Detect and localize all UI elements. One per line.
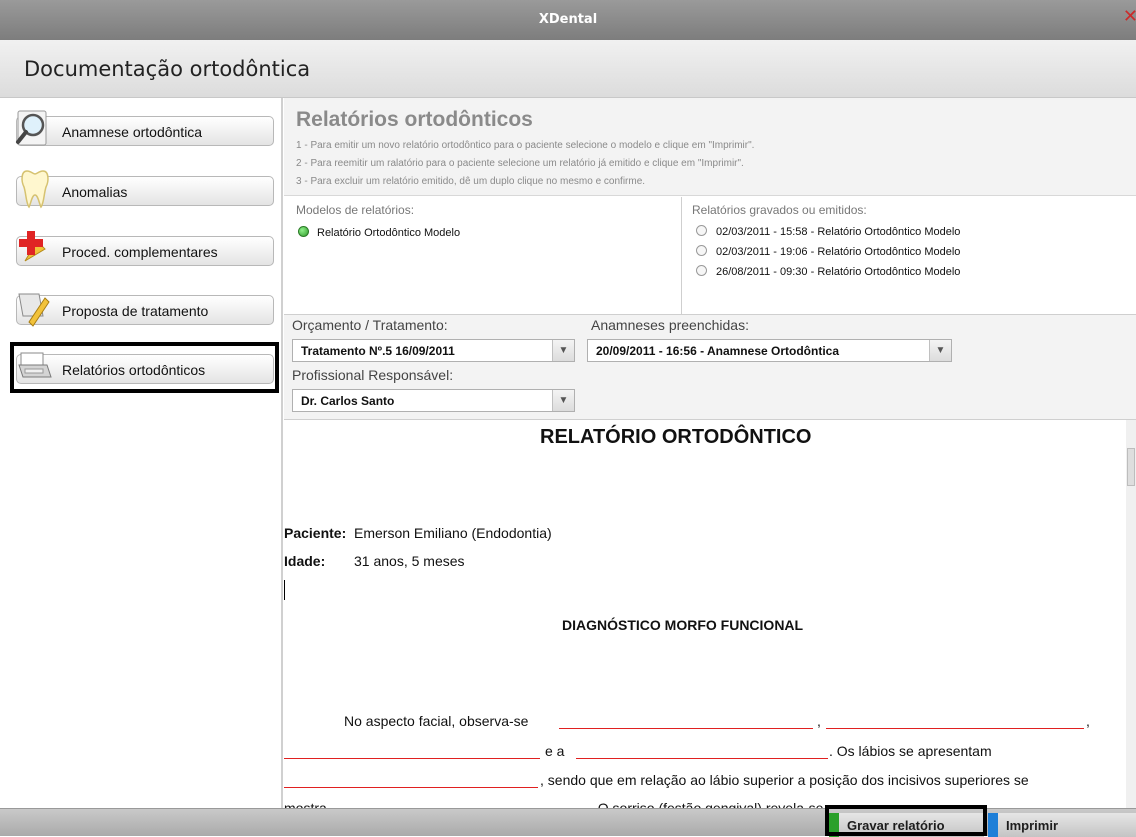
sidebar-item-procedimentos[interactable]: Proced. complementares xyxy=(16,231,274,266)
paragraph-text: . O sorriso (festão gengival) revela-se xyxy=(590,800,824,808)
saved-report-label: 02/03/2011 - 19:06 - Relatório Ortodônti… xyxy=(716,246,961,258)
paragraph-text: . Os lábios se apresentam xyxy=(829,743,992,759)
professional-label: Profissional Responsável: xyxy=(292,367,454,383)
print-button[interactable]: Imprimir xyxy=(988,813,1136,837)
saved-report-label: 02/03/2011 - 15:58 - Relatório Ortodônti… xyxy=(716,226,961,238)
print-label: Imprimir xyxy=(1006,818,1059,833)
budget-label: Orçamento / Tratamento: xyxy=(292,317,448,333)
age-label: Idade: xyxy=(284,553,326,569)
sidebar-item-anamnese[interactable]: Anamnese ortodôntica xyxy=(16,110,274,146)
models-header: Modelos de relatórios: xyxy=(296,203,415,217)
reports-title: Relatórios ortodônticos xyxy=(296,108,533,131)
magnifier-icon xyxy=(16,110,47,146)
model-item[interactable]: Relatório Ortodôntico Modelo xyxy=(298,226,460,239)
professional-value: Dr. Carlos Santo xyxy=(301,394,395,408)
fill-blank-line[interactable] xyxy=(826,728,1084,729)
document-title: RELATÓRIO ORTODÔNTICO xyxy=(540,426,812,448)
professional-select[interactable]: Dr. Carlos Santo ▼ xyxy=(292,389,575,412)
tooth-icon xyxy=(21,170,49,209)
sidebar-item-label: Proposta de tratamento xyxy=(62,303,209,319)
fill-blank-line[interactable] xyxy=(284,787,538,788)
section-title: DIAGNÓSTICO MORFO FUNCIONAL xyxy=(562,617,804,633)
filters-bar: Orçamento / Tratamento: Tratamento Nº.5 … xyxy=(284,315,1136,420)
print-icon xyxy=(988,813,998,837)
paragraph-text: , xyxy=(817,713,821,729)
radio-icon[interactable] xyxy=(696,225,707,236)
sidebar-item-proposta[interactable]: Proposta de tratamento xyxy=(16,293,274,327)
patient-value: Emerson Emiliano (Endodontia) xyxy=(354,525,552,541)
saved-report-item[interactable]: 02/03/2011 - 15:58 - Relatório Ortodônti… xyxy=(696,225,960,238)
paragraph-text: , sendo que em relação ao lábio superior… xyxy=(540,772,1029,788)
close-icon[interactable]: ✕ xyxy=(1123,6,1136,27)
sidebar-item-label: Anomalias xyxy=(62,184,128,200)
text-cursor xyxy=(284,580,285,600)
paragraph-text: mostra xyxy=(284,800,327,808)
chevron-down-icon[interactable]: ▼ xyxy=(929,340,951,361)
reports-header: Relatórios ortodônticos 1 - Para emitir … xyxy=(284,98,1136,196)
fill-blank-line[interactable] xyxy=(576,758,828,759)
window-title: XDental xyxy=(538,12,598,27)
report-document[interactable]: RELATÓRIO ORTODÔNTICO Paciente: Emerson … xyxy=(284,420,1136,808)
saved-header: Relatórios gravados ou emitidos: xyxy=(692,203,867,217)
radio-icon[interactable] xyxy=(696,245,707,256)
model-label: Relatório Ortodôntico Modelo xyxy=(317,227,461,239)
window-titlebar: XDental ✕ xyxy=(0,0,1136,40)
scrollbar-thumb[interactable] xyxy=(1127,448,1135,486)
budget-value: Tratamento Nº.5 16/09/2011 xyxy=(301,344,455,358)
chevron-down-icon[interactable]: ▼ xyxy=(552,390,574,411)
paragraph-text: e a xyxy=(545,743,565,759)
instruction-line: 2 - Para reemitir um ralatório para o pa… xyxy=(296,158,744,169)
fill-blank-line[interactable] xyxy=(284,758,540,759)
pencil-icon xyxy=(18,293,50,327)
saved-report-item[interactable]: 02/03/2011 - 19:06 - Relatório Ortodônti… xyxy=(696,245,960,258)
page-header: Documentação ortodôntica xyxy=(0,40,1136,98)
saved-report-label: 26/08/2011 - 09:30 - Relatório Ortodônti… xyxy=(716,266,961,278)
status-dot-icon xyxy=(298,226,309,237)
document-scrollbar[interactable] xyxy=(1126,420,1136,808)
anamnesis-label: Anamneses preenchidas: xyxy=(591,317,749,333)
patient-label: Paciente: xyxy=(284,525,347,541)
reports-panels: Modelos de relatórios: Relatório Ortodôn… xyxy=(284,197,1136,315)
instruction-line: 1 - Para emitir um novo relatório ortodô… xyxy=(296,140,755,151)
sidebar-item-label: Proced. complementares xyxy=(62,244,218,260)
page-title: Documentação ortodôntica xyxy=(24,57,311,81)
fill-blank-line[interactable] xyxy=(559,728,813,729)
paragraph-text: , xyxy=(1086,713,1090,729)
age-value: 31 anos, 5 meses xyxy=(354,553,465,569)
main-panel: Relatórios ortodônticos 1 - Para emitir … xyxy=(284,98,1136,808)
anamnesis-value: 20/09/2011 - 16:56 - Anamnese Ortodôntic… xyxy=(596,344,839,358)
paragraph-text: No aspecto facial, observa-se xyxy=(344,713,529,729)
panel-divider xyxy=(681,197,682,315)
save-button-highlight xyxy=(825,805,987,836)
chevron-down-icon[interactable]: ▼ xyxy=(552,340,574,361)
anamnesis-select[interactable]: 20/09/2011 - 16:56 - Anamnese Ortodôntic… xyxy=(587,339,952,362)
sidebar-item-anomalias[interactable]: Anomalias xyxy=(16,170,274,209)
sidebar-item-label: Anamnese ortodôntica xyxy=(62,124,203,140)
sidebar: Anamnese ortodôntica Anomalias Proced. c… xyxy=(0,98,283,808)
budget-select[interactable]: Tratamento Nº.5 16/09/2011 ▼ xyxy=(292,339,575,362)
radio-icon[interactable] xyxy=(696,265,707,276)
plus-cross-icon xyxy=(19,231,46,262)
instruction-line: 3 - Para excluir um relatório emitido, d… xyxy=(296,176,646,187)
saved-report-item[interactable]: 26/08/2011 - 09:30 - Relatório Ortodônti… xyxy=(696,265,960,278)
selected-item-highlight xyxy=(10,342,279,393)
